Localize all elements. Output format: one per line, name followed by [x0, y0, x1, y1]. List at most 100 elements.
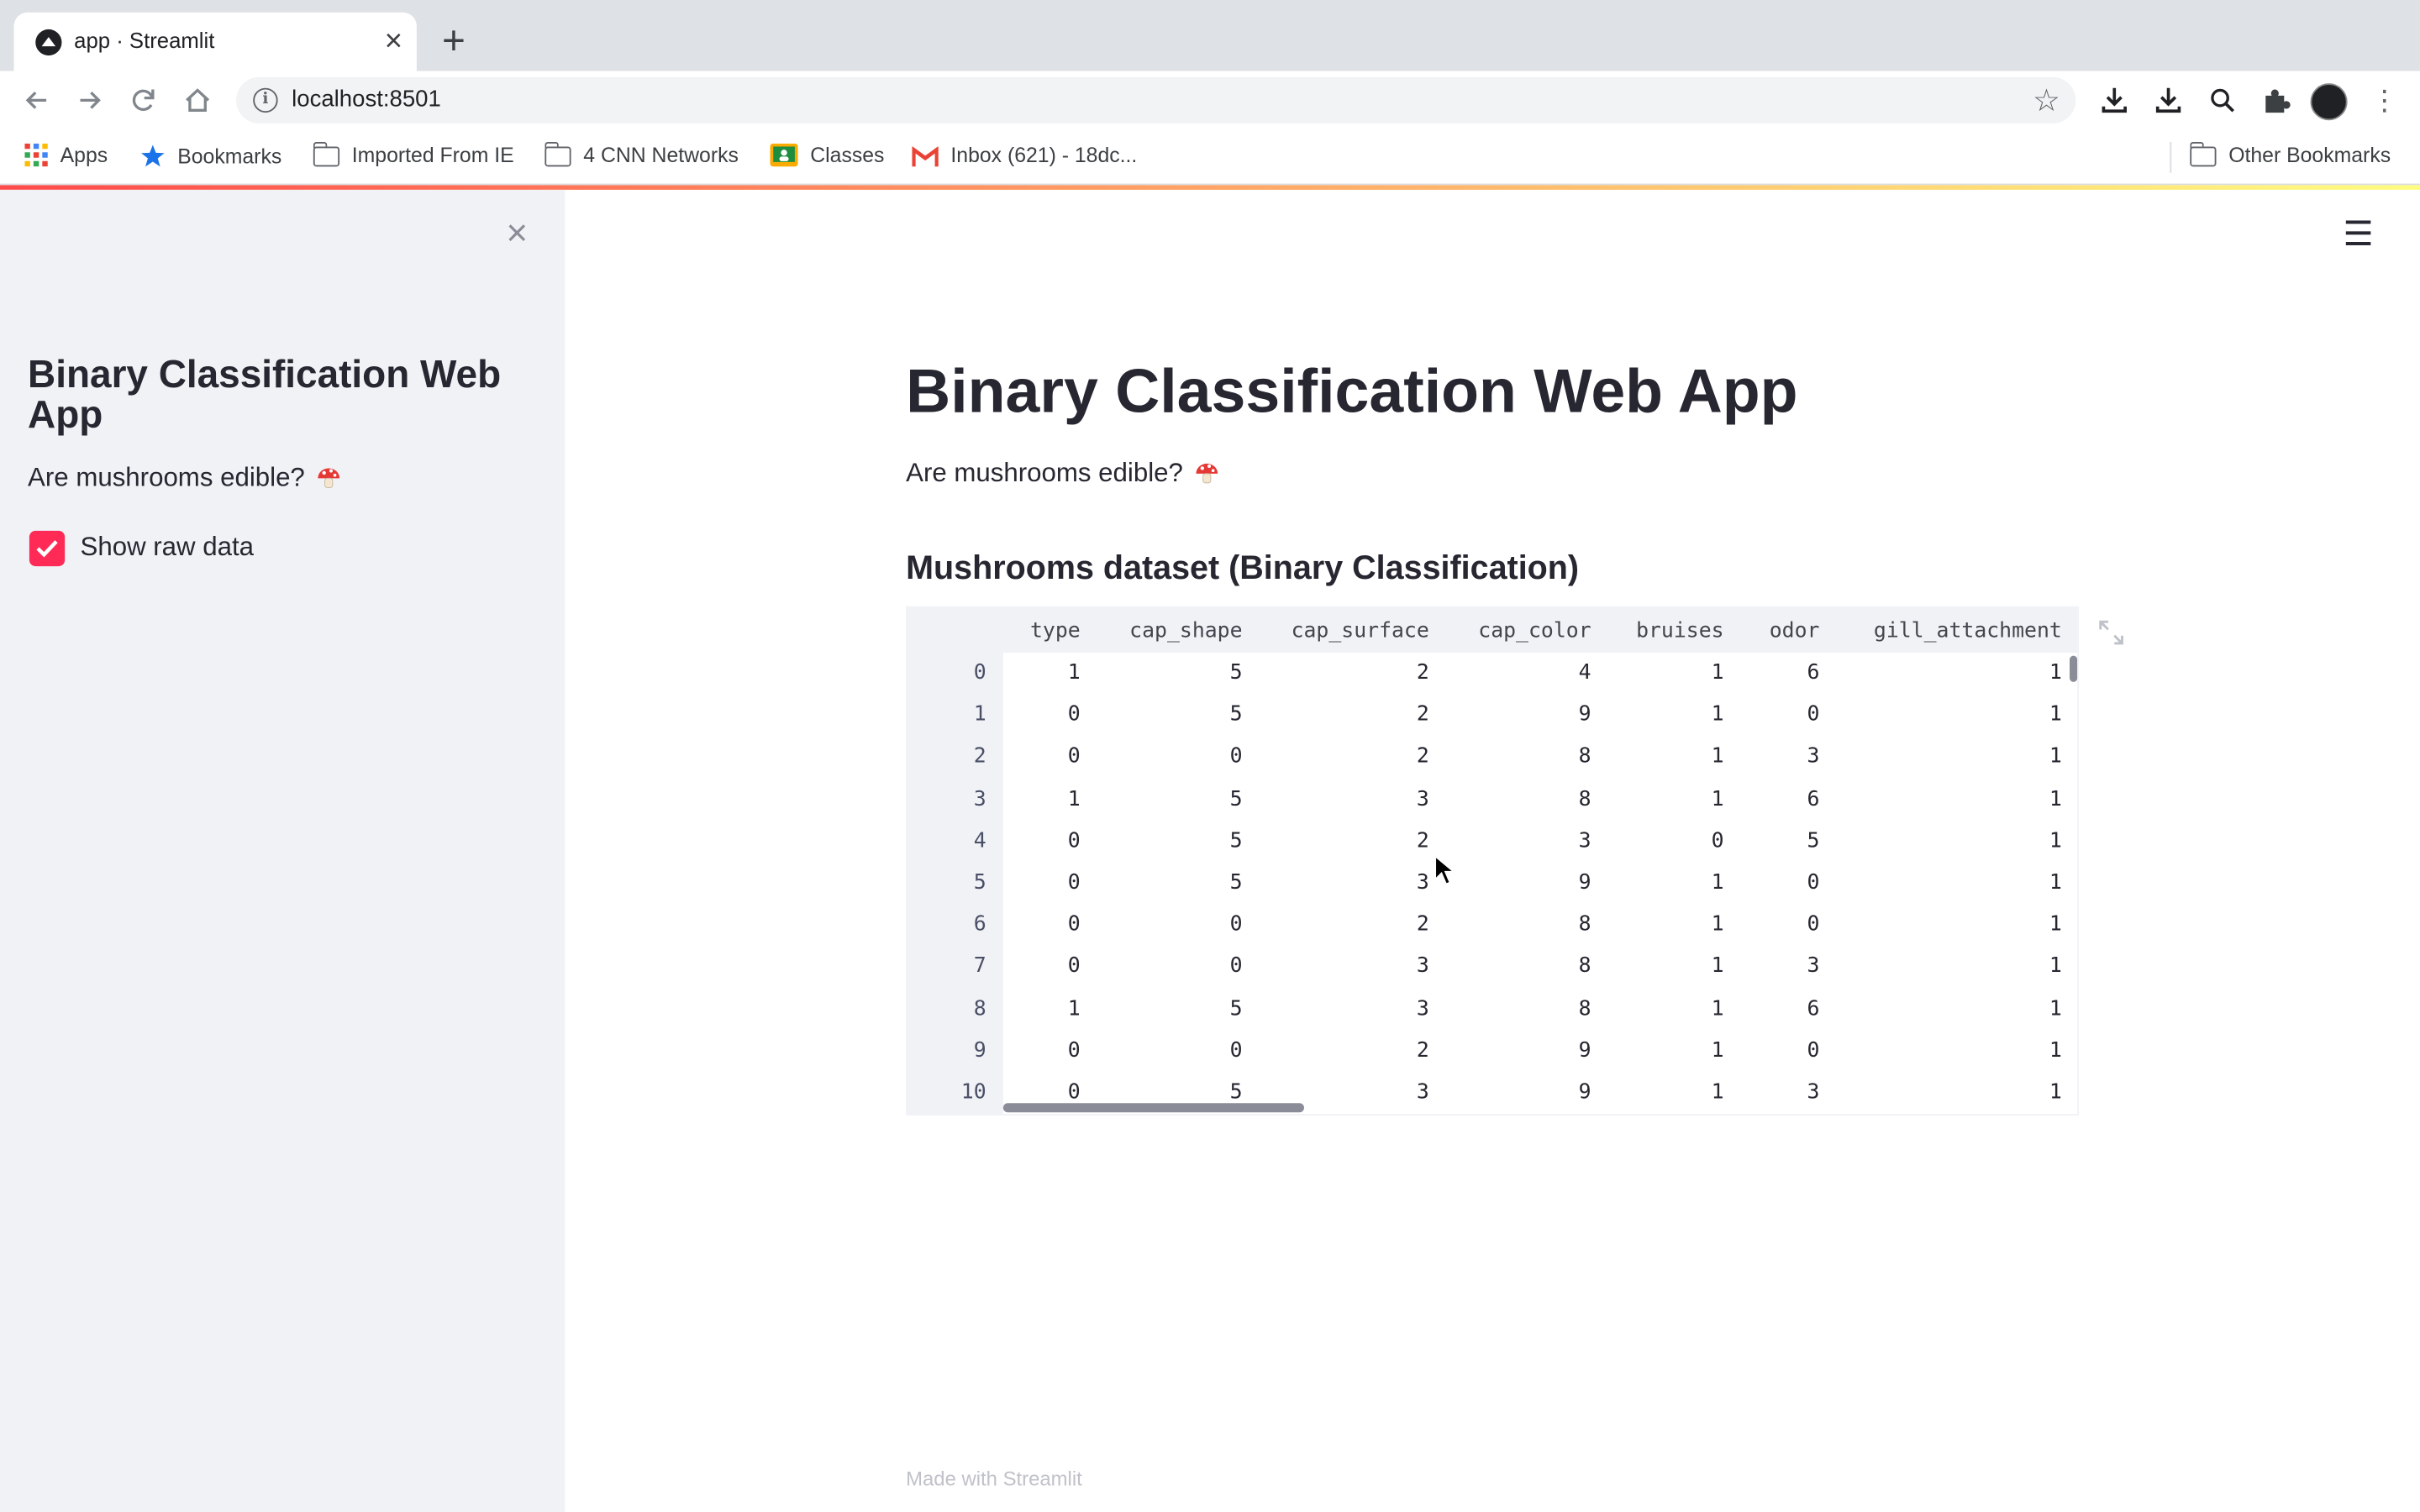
table-cell[interactable]: 3	[1417, 870, 1429, 895]
table-cell[interactable]: 0	[1230, 1038, 1243, 1063]
table-cell[interactable]: 8	[1579, 912, 1591, 937]
table-cell[interactable]: 0	[1068, 828, 1081, 853]
bookmark-other-bookmarks[interactable]: Other Bookmarks	[2189, 141, 2391, 171]
table-cell[interactable]: 9	[1579, 1038, 1591, 1063]
zoom-search-icon[interactable]	[2206, 83, 2239, 117]
table-cell[interactable]: 0	[1807, 702, 1820, 727]
table-cell[interactable]: 3	[1807, 954, 1820, 979]
table-cell[interactable]: 1	[1712, 1038, 1724, 1063]
table-cell[interactable]: 0	[1712, 828, 1724, 853]
bookmark-classes[interactable]: Classes	[770, 143, 884, 171]
table-cell[interactable]: 5	[1230, 660, 1243, 685]
table-cell[interactable]: 8	[1579, 954, 1591, 979]
site-info-icon[interactable]: i	[253, 87, 278, 113]
table-cell[interactable]: 2	[1417, 702, 1429, 727]
table-cell[interactable]: 1	[1712, 1080, 1724, 1105]
table-cell[interactable]: 1	[2049, 786, 2062, 811]
column-header-cap_surface[interactable]: cap_surface	[1292, 619, 1429, 643]
download-icon[interactable]	[2097, 83, 2131, 117]
table-cell[interactable]: 3	[1417, 996, 1429, 1021]
table-cell[interactable]: 2	[1417, 828, 1429, 853]
table-cell[interactable]: 6	[1807, 996, 1820, 1021]
table-cell[interactable]: 3	[1417, 786, 1429, 811]
browser-menu-icon[interactable]: ⋮	[2370, 83, 2398, 117]
table-cell[interactable]: 0	[1230, 954, 1243, 979]
table-vertical-scrollbar[interactable]	[2070, 655, 2078, 682]
table-cell[interactable]: 1	[1068, 996, 1081, 1021]
table-cell[interactable]: 1	[1712, 870, 1724, 895]
table-cell[interactable]: 5	[1230, 1080, 1243, 1105]
raw-data-table[interactable]: type cap_shape cap_surface cap_color bruises…	[906, 606, 2080, 1116]
table-cell[interactable]: 1	[2049, 660, 2062, 685]
table-cell[interactable]: 0	[1068, 954, 1081, 979]
table-cell[interactable]: 1	[1712, 744, 1724, 769]
table-cell[interactable]: 3	[1417, 954, 1429, 979]
table-cell[interactable]: 0	[1807, 912, 1820, 937]
table-cell[interactable]: 1	[2049, 1038, 2062, 1063]
column-header-odor[interactable]: odor	[1770, 619, 1820, 643]
table-cell[interactable]: 5	[1230, 786, 1243, 811]
table-cell[interactable]: 0	[1230, 744, 1243, 769]
table-cell[interactable]: 5	[1230, 996, 1243, 1021]
bookmark-inbox[interactable]: Inbox (621) - 18dc...	[912, 144, 1137, 171]
table-cell[interactable]: 1	[1712, 954, 1724, 979]
table-horizontal-scrollbar[interactable]	[1002, 1103, 1305, 1113]
table-cell[interactable]: 1	[2049, 870, 2062, 895]
table-cell[interactable]: 3	[1807, 1080, 1820, 1105]
table-cell[interactable]: 0	[1068, 912, 1081, 937]
fullscreen-expand-icon[interactable]	[2097, 619, 2125, 647]
table-cell[interactable]: 5	[1230, 870, 1243, 895]
column-header-bruises[interactable]: bruises	[1636, 619, 1724, 643]
extensions-puzzle-icon[interactable]	[2260, 83, 2293, 117]
table-cell[interactable]: 1	[2049, 1080, 2062, 1105]
table-cell[interactable]: 1	[1712, 660, 1724, 685]
table-cell[interactable]: 0	[1807, 870, 1820, 895]
table-cell[interactable]: 6	[1807, 660, 1820, 685]
column-header-cap_shape[interactable]: cap_shape	[1129, 619, 1242, 643]
home-icon[interactable]	[176, 79, 218, 122]
table-cell[interactable]: 3	[1579, 828, 1591, 853]
bookmark-imported-from-ie[interactable]: Imported From IE	[312, 141, 514, 171]
table-cell[interactable]: 5	[1807, 828, 1820, 853]
table-cell[interactable]: 1	[2049, 954, 2062, 979]
table-cell[interactable]: 0	[1230, 912, 1243, 937]
table-cell[interactable]: 8	[1579, 996, 1591, 1021]
table-cell[interactable]: 5	[1230, 702, 1243, 727]
table-cell[interactable]: 1	[1712, 786, 1724, 811]
table-cell[interactable]: 1	[2049, 996, 2062, 1021]
table-cell[interactable]: 1	[2049, 744, 2062, 769]
forward-arrow-icon[interactable]	[68, 79, 111, 122]
table-cell[interactable]: 9	[1579, 870, 1591, 895]
bookmark-apps[interactable]: Apps	[24, 143, 108, 171]
bookmark-star-icon[interactable]: ☆	[2033, 81, 2060, 120]
new-tab-button[interactable]: +	[435, 20, 472, 60]
sidebar-close-icon[interactable]: ×	[498, 215, 535, 253]
bookmark-4-cnn-networks[interactable]: 4 CNN Networks	[544, 141, 739, 171]
profile-avatar[interactable]	[2310, 83, 2348, 121]
reload-icon[interactable]	[122, 79, 165, 122]
table-cell[interactable]: 2	[1417, 912, 1429, 937]
table-cell[interactable]: 1	[2049, 702, 2062, 727]
table-cell[interactable]: 0	[1068, 870, 1081, 895]
table-cell[interactable]: 0	[1068, 1080, 1081, 1105]
address-bar[interactable]: i localhost:8501 ☆	[236, 76, 2076, 123]
table-cell[interactable]: 1	[1712, 702, 1724, 727]
browser-tab[interactable]: app · Streamlit ×	[13, 12, 417, 71]
bookmark-bookmarks[interactable]: Bookmarks	[140, 144, 281, 171]
table-cell[interactable]: 1	[2049, 912, 2062, 937]
table-cell[interactable]: 1	[1068, 786, 1081, 811]
table-cell[interactable]: 3	[1807, 744, 1820, 769]
table-cell[interactable]: 4	[1579, 660, 1591, 685]
back-arrow-icon[interactable]	[15, 79, 58, 122]
table-cell[interactable]: 1	[1068, 660, 1081, 685]
table-cell[interactable]: 2	[1417, 744, 1429, 769]
show-raw-data-checkbox[interactable]	[29, 530, 66, 567]
table-cell[interactable]: 1	[2049, 828, 2062, 853]
tab-close-icon[interactable]: ×	[378, 26, 409, 57]
table-cell[interactable]: 3	[1417, 1080, 1429, 1105]
table-cell[interactable]: 1	[1712, 912, 1724, 937]
table-cell[interactable]: 0	[1068, 1038, 1081, 1063]
table-cell[interactable]: 0	[1068, 744, 1081, 769]
table-cell[interactable]: 5	[1230, 828, 1243, 853]
checkbox-label[interactable]: Show raw data	[81, 533, 255, 564]
